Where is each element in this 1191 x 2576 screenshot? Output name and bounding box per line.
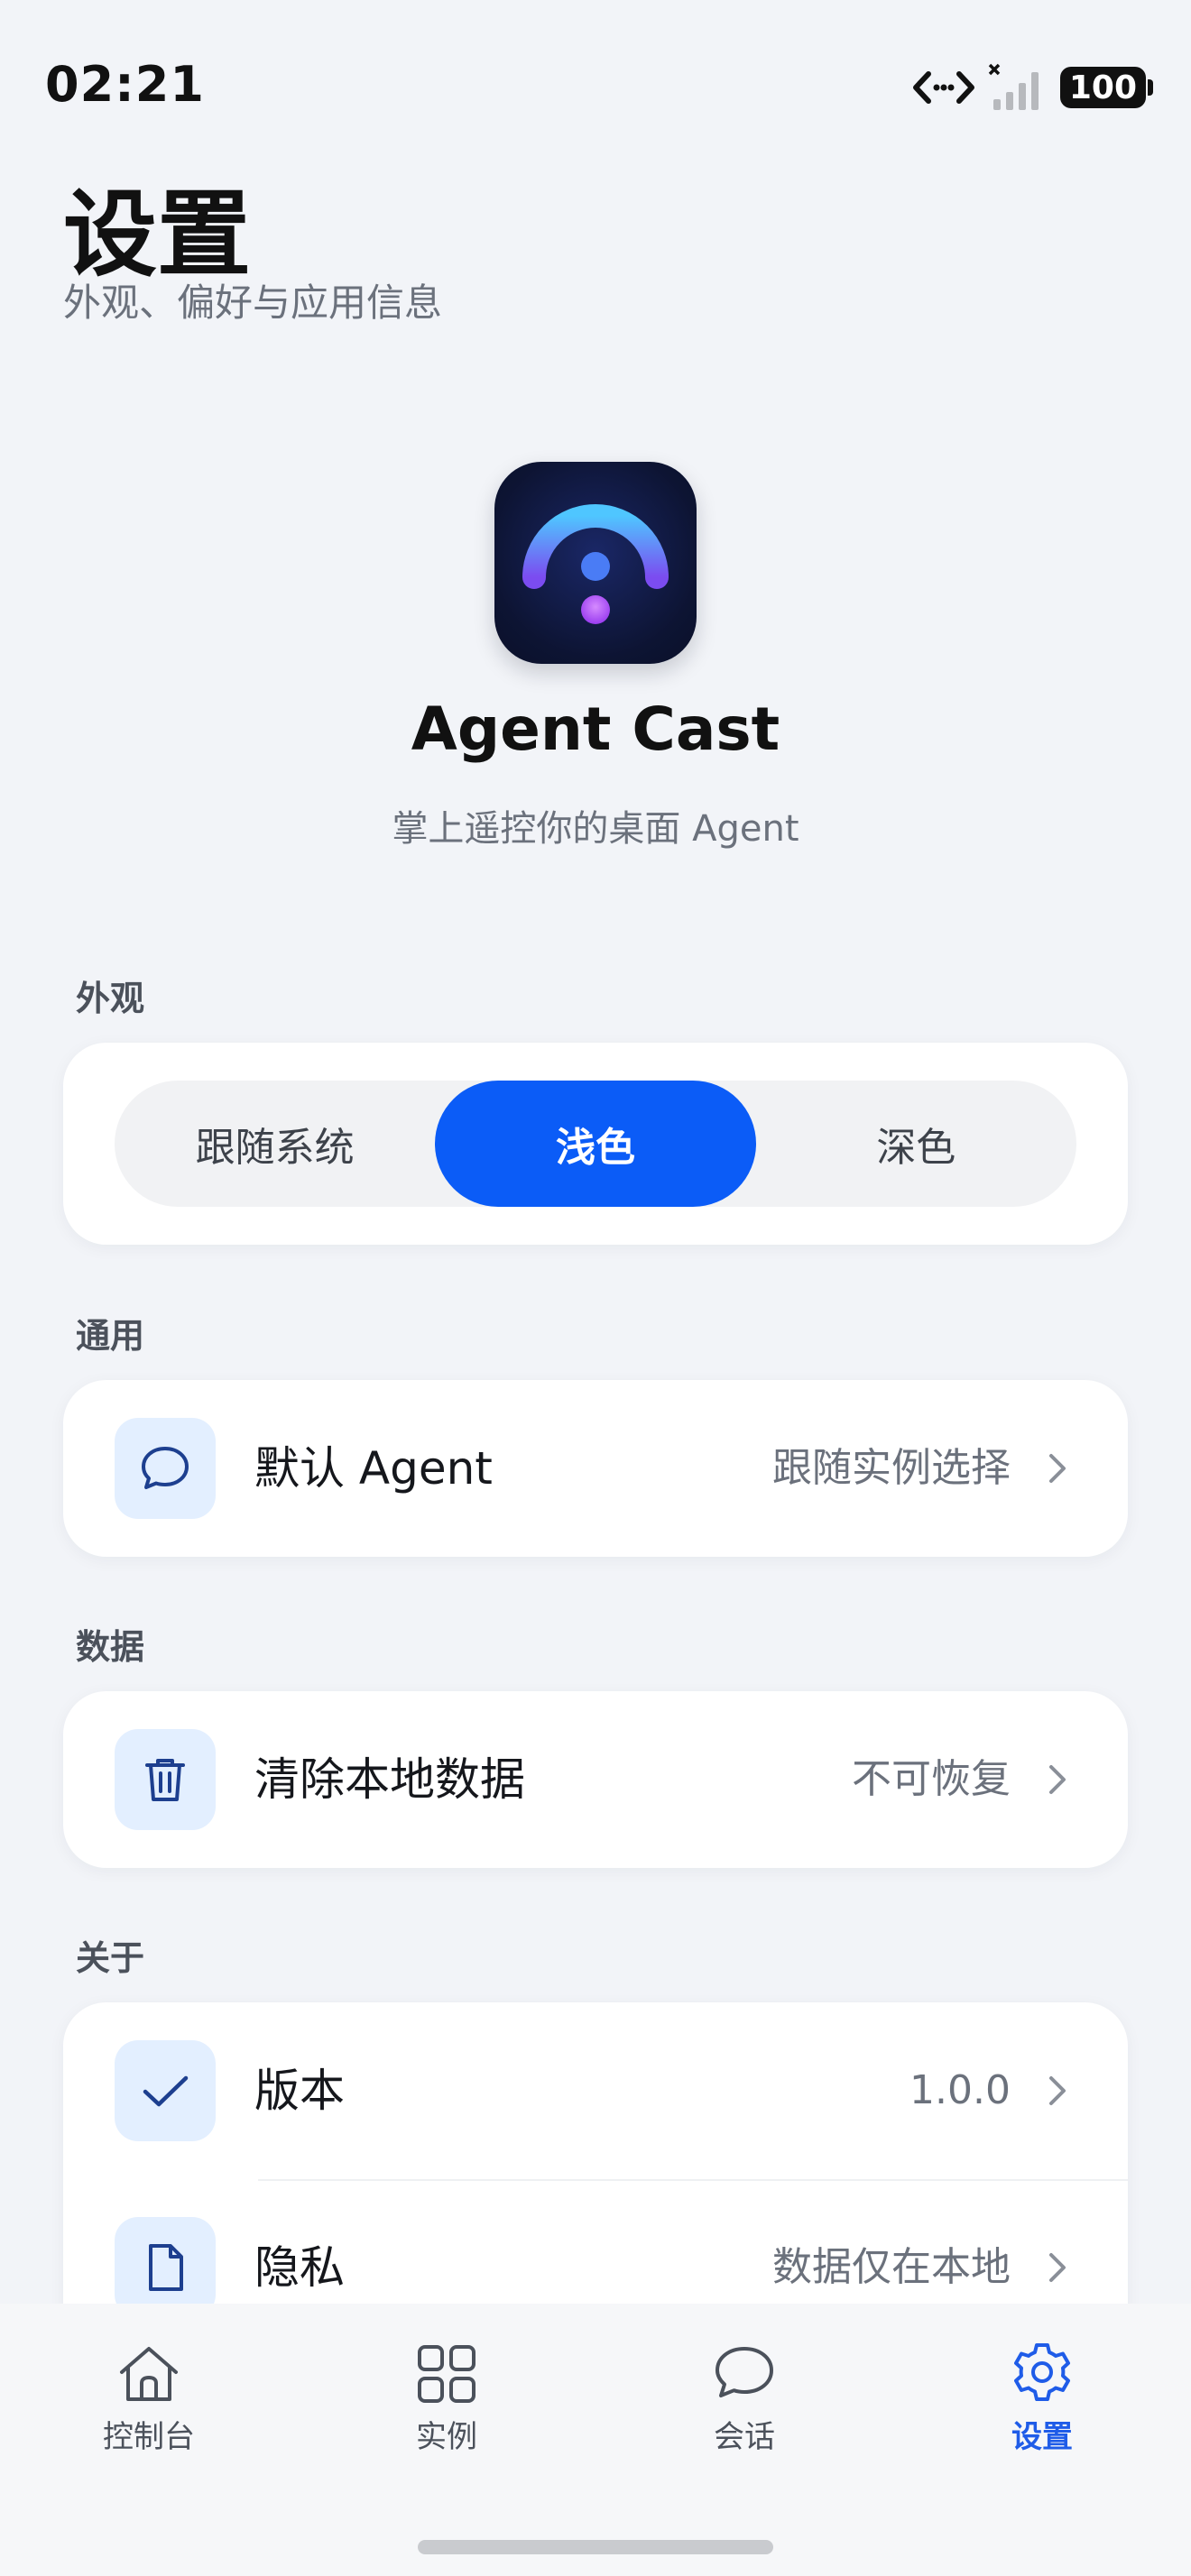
version-row[interactable]: 版本 1.0.0 <box>63 2002 1128 2181</box>
version-value: 1.0.0 <box>909 2067 1011 2113</box>
nav-item-console[interactable]: 控制台 <box>59 2340 239 2475</box>
chevron-right-icon <box>1049 2253 1066 2282</box>
app-name: Agent Cast <box>411 695 780 764</box>
appearance-card: 跟随系统 浅色 深色 <box>63 1043 1128 1245</box>
chat-bubble-icon <box>115 1418 216 1519</box>
section-label-data: 数据 <box>76 1627 145 1667</box>
nav-item-settings[interactable]: 设置 <box>952 2340 1132 2475</box>
nav-label-instances: 实例 <box>416 2419 477 2455</box>
data-transfer-icon <box>912 71 974 104</box>
nav-label-settings: 设置 <box>1011 2419 1073 2455</box>
general-card: 默认 Agent 跟随实例选择 <box>63 1380 1128 1557</box>
cast-logo-icon <box>522 504 669 624</box>
cellular-signal-icon <box>988 63 1039 110</box>
default-agent-row[interactable]: 默认 Agent 跟随实例选择 <box>63 1380 1128 1557</box>
nav-item-sessions[interactable]: 会话 <box>654 2340 835 2475</box>
nav-item-instances[interactable]: 实例 <box>356 2340 537 2475</box>
status-bar: 02:21 100 <box>0 0 1191 171</box>
app-logo <box>494 462 697 664</box>
home-indicator[interactable] <box>418 2540 773 2554</box>
theme-option-system[interactable]: 跟随系统 <box>115 1081 435 1207</box>
status-icons: 100 <box>912 63 1154 112</box>
chevron-right-icon <box>1049 1454 1066 1483</box>
version-label: 版本 <box>254 2065 345 2117</box>
nav-label-console: 控制台 <box>103 2419 195 2455</box>
status-time: 02:21 <box>45 56 205 113</box>
trash-icon <box>115 1729 216 1830</box>
clear-data-label: 清除本地数据 <box>254 1753 525 1806</box>
default-agent-label: 默认 Agent <box>254 1442 493 1495</box>
gear-icon <box>1014 2343 1070 2401</box>
battery-indicator: 100 <box>1059 67 1154 108</box>
section-label-about: 关于 <box>76 1938 145 1978</box>
section-label-appearance: 外观 <box>76 979 145 1018</box>
check-icon <box>115 2040 216 2141</box>
clear-data-value: 不可恢复 <box>852 1756 1011 1802</box>
section-label-general: 通用 <box>76 1316 145 1356</box>
theme-segmented-control: 跟随系统 浅色 深色 <box>115 1081 1076 1207</box>
theme-option-light[interactable]: 浅色 <box>435 1081 756 1207</box>
grid-icon <box>418 2345 475 2403</box>
chevron-right-icon <box>1049 1765 1066 1794</box>
clear-data-row[interactable]: 清除本地数据 不可恢复 <box>63 1691 1128 1868</box>
app-tagline: 掌上遥控你的桌面 Agent <box>392 808 799 850</box>
home-icon <box>120 2347 178 2401</box>
theme-option-dark[interactable]: 深色 <box>756 1081 1076 1207</box>
chat-icon <box>716 2347 773 2397</box>
page-subtitle: 外观、偏好与应用信息 <box>63 281 443 325</box>
nav-label-sessions: 会话 <box>714 2419 775 2455</box>
chevron-right-icon <box>1049 2076 1066 2105</box>
default-agent-value: 跟随实例选择 <box>772 1445 1011 1491</box>
data-card: 清除本地数据 不可恢复 <box>63 1691 1128 1868</box>
bottom-nav: 控制台 实例 会话 设置 <box>0 2304 1191 2576</box>
